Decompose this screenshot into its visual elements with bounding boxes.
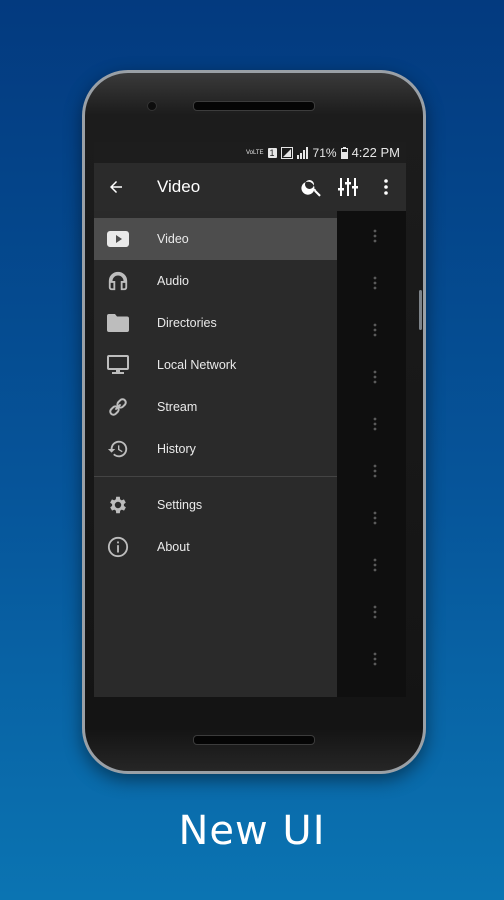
app-screen: VoLTE 1 71% 4:22 PM Video Video Audio Di… — [94, 142, 406, 697]
drawer-divider — [94, 476, 337, 477]
drawer-item-label: Settings — [157, 498, 203, 512]
monitor-icon — [106, 353, 130, 377]
signal-bars-icon — [296, 146, 309, 159]
volume-button — [419, 290, 422, 330]
item-more-icon[interactable] — [373, 370, 377, 384]
search-icon — [301, 180, 321, 197]
equalizer-icon — [338, 178, 358, 196]
more-options-button[interactable] — [366, 163, 406, 211]
drawer-item-label: Video — [157, 232, 189, 246]
item-more-icon[interactable] — [373, 511, 377, 525]
item-more-icon[interactable] — [373, 464, 377, 478]
sim-icon: 1 — [267, 147, 277, 158]
bottom-speaker — [193, 735, 315, 745]
item-more-icon[interactable] — [373, 276, 377, 290]
item-more-icon[interactable] — [373, 652, 377, 666]
search-button[interactable] — [294, 163, 330, 211]
drawer-item-stream[interactable]: Stream — [94, 386, 337, 428]
drawer-item-label: Audio — [157, 274, 189, 288]
drawer-item-label: Directories — [157, 316, 217, 330]
folder-icon — [106, 311, 130, 335]
headphones-icon — [106, 269, 130, 293]
item-more-icon[interactable] — [373, 605, 377, 619]
history-icon — [106, 437, 130, 461]
signal-icon — [280, 146, 293, 159]
battery-percent: 71% — [312, 145, 337, 160]
front-camera — [147, 101, 157, 111]
drawer-item-label: Local Network — [157, 358, 237, 372]
navigation-drawer: Video Audio Directories Local Network St… — [94, 211, 337, 697]
item-more-icon[interactable] — [373, 558, 377, 572]
drawer-item-history[interactable]: History — [94, 428, 337, 470]
drawer-item-about[interactable]: About — [94, 526, 337, 568]
back-button[interactable] — [96, 163, 136, 211]
item-more-icon[interactable] — [373, 229, 377, 243]
volte-indicator: VoLTE — [246, 150, 264, 156]
more-vert-icon — [384, 179, 388, 195]
status-bar: VoLTE 1 71% 4:22 PM — [94, 142, 406, 163]
equalizer-button[interactable] — [330, 163, 366, 211]
arrow-back-icon — [110, 181, 122, 193]
drawer-item-label: History — [157, 442, 196, 456]
video-list-behind-drawer — [337, 211, 406, 697]
drawer-item-label: Stream — [157, 400, 198, 414]
earpiece-speaker — [193, 101, 315, 111]
drawer-item-label: About — [157, 540, 190, 554]
drawer-item-local-network[interactable]: Local Network — [94, 344, 337, 386]
gear-icon — [106, 493, 130, 517]
page-title: Video — [157, 177, 201, 196]
item-more-icon[interactable] — [373, 417, 377, 431]
battery-icon — [340, 146, 348, 159]
volte-text: VoLTE — [245, 149, 264, 156]
promo-tagline: New UI — [178, 808, 326, 854]
drawer-item-audio[interactable]: Audio — [94, 260, 337, 302]
link-icon — [106, 395, 130, 419]
drawer-item-settings[interactable]: Settings — [94, 484, 337, 526]
toolbar: Video — [94, 163, 406, 211]
item-more-icon[interactable] — [373, 323, 377, 337]
drawer-item-directories[interactable]: Directories — [94, 302, 337, 344]
sim-number: 1 — [267, 147, 277, 158]
clock: 4:22 PM — [351, 145, 400, 160]
info-icon — [106, 535, 130, 559]
drawer-item-video[interactable]: Video — [94, 218, 337, 260]
video-play-icon — [106, 227, 130, 251]
